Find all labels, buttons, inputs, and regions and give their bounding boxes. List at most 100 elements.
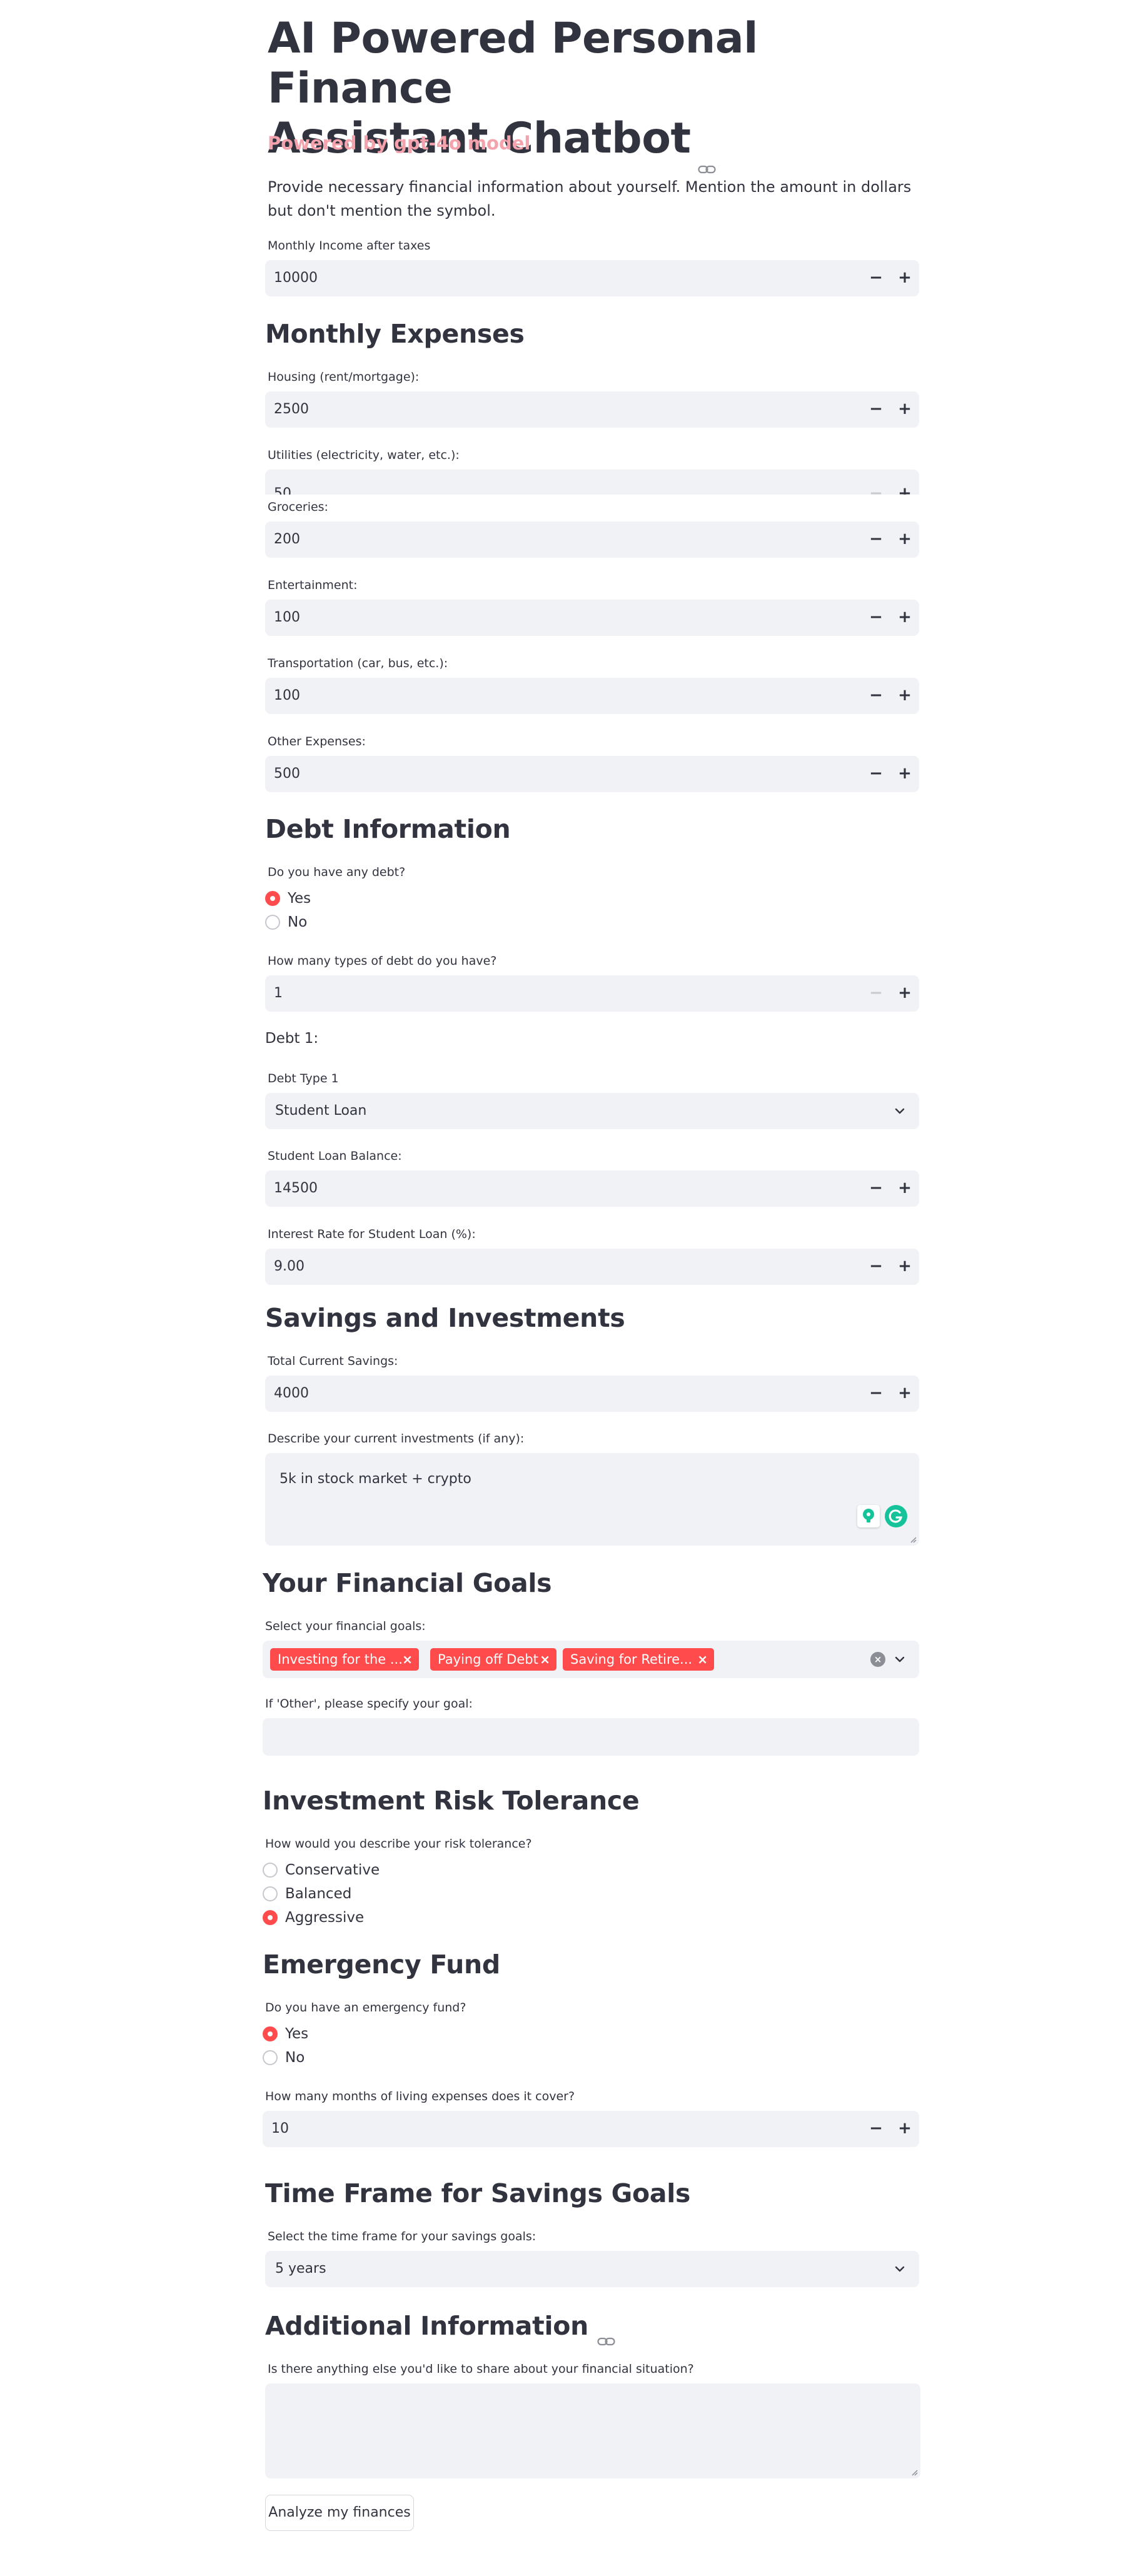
goals-multiselect[interactable]: Investing for the ... × Paying off Debt × … xyxy=(263,1641,919,1678)
timeframe-value[interactable]: 5 years xyxy=(275,2251,326,2287)
emergency-months-decrement-button[interactable]: − xyxy=(862,2111,890,2147)
chevron-down-icon[interactable] xyxy=(894,1105,905,1117)
risk-balanced-label: Balanced xyxy=(285,1886,352,1902)
utilities-increment-button[interactable]: + xyxy=(890,476,919,495)
radio-selected-icon xyxy=(263,1910,278,1925)
link-icon[interactable] xyxy=(698,136,717,174)
interest-rate-value[interactable]: 9.00 xyxy=(274,1249,305,1285)
emergency-months-label: How many months of living expenses does … xyxy=(265,2090,575,2103)
assistant-bulb-icon[interactable] xyxy=(857,1505,880,1527)
investments-value[interactable]: 5k in stock market + crypto xyxy=(279,1471,471,1487)
emergency-no-label: No xyxy=(285,2050,305,2066)
income-label: Monthly Income after taxes xyxy=(268,239,431,253)
emergency-months-value[interactable]: 10 xyxy=(271,2111,289,2147)
debt-type-label: Debt Type 1 xyxy=(268,1072,339,1085)
goal-chip[interactable]: Saving for Retire... × xyxy=(563,1648,714,1671)
investments-label: Describe your current investments (if an… xyxy=(268,1432,525,1446)
entertainment-input[interactable]: 100 − + xyxy=(265,600,919,636)
analyze-button[interactable]: Analyze my finances xyxy=(265,2495,414,2531)
goal-chip-label: Saving for Retire... xyxy=(570,1652,693,1667)
debt-types-input[interactable]: 1 − + xyxy=(265,975,919,1012)
savings-heading: Savings and Investments xyxy=(265,1303,625,1333)
debt-no-radio[interactable]: No xyxy=(265,913,307,932)
resize-handle-icon[interactable] xyxy=(910,2468,918,2476)
other-expenses-input[interactable]: 500 − + xyxy=(265,756,919,792)
groceries-increment-button[interactable]: + xyxy=(890,521,919,558)
transportation-value[interactable]: 100 xyxy=(274,678,300,714)
loan-balance-increment-button[interactable]: + xyxy=(890,1170,919,1207)
income-decrement-button[interactable]: − xyxy=(862,260,890,296)
emergency-have-label: Do you have an emergency fund? xyxy=(265,2001,466,2015)
chevron-down-icon[interactable] xyxy=(894,2263,905,2275)
debt-type-value[interactable]: Student Loan xyxy=(275,1093,366,1129)
other-expenses-increment-button[interactable]: + xyxy=(890,756,919,792)
total-savings-value[interactable]: 4000 xyxy=(274,1376,309,1412)
housing-increment-button[interactable]: + xyxy=(890,391,919,428)
radio-selected-icon xyxy=(263,2026,278,2041)
housing-input[interactable]: 2500 − + xyxy=(265,391,919,428)
emergency-yes-radio[interactable]: Yes xyxy=(263,2025,308,2043)
entertainment-increment-button[interactable]: + xyxy=(890,600,919,636)
emergency-months-increment-button[interactable]: + xyxy=(890,2111,919,2147)
emergency-no-radio[interactable]: No xyxy=(263,2048,305,2067)
grammarly-icon[interactable] xyxy=(885,1505,907,1527)
clear-all-icon[interactable]: × xyxy=(870,1652,885,1667)
goal-chip[interactable]: Paying off Debt × xyxy=(430,1648,556,1671)
risk-aggressive-radio[interactable]: Aggressive xyxy=(263,1908,364,1927)
debt-types-increment-button[interactable]: + xyxy=(890,975,919,1012)
chip-remove-icon[interactable]: × xyxy=(540,1648,550,1671)
income-increment-button[interactable]: + xyxy=(890,260,919,296)
transportation-input[interactable]: 100 − + xyxy=(265,678,919,714)
groceries-decrement-button[interactable]: − xyxy=(862,521,890,558)
debt-types-decrement-button[interactable]: − xyxy=(862,975,890,1012)
resize-handle-icon[interactable] xyxy=(909,1536,917,1543)
interest-rate-increment-button[interactable]: + xyxy=(890,1249,919,1285)
utilities-input[interactable]: 50 − + xyxy=(265,470,919,495)
loan-balance-decrement-button[interactable]: − xyxy=(862,1170,890,1207)
emergency-yes-label: Yes xyxy=(285,2026,309,2042)
additional-textarea[interactable] xyxy=(265,2383,920,2478)
timeframe-select[interactable]: 5 years xyxy=(265,2251,919,2287)
debt-yes-radio[interactable]: Yes xyxy=(265,889,311,908)
debt-types-value[interactable]: 1 xyxy=(274,975,283,1012)
groceries-value[interactable]: 200 xyxy=(274,521,300,558)
entertainment-value[interactable]: 100 xyxy=(274,600,300,636)
investments-textarea[interactable]: 5k in stock market + crypto xyxy=(265,1453,919,1546)
groceries-input[interactable]: 200 − + xyxy=(265,521,919,558)
other-expenses-value[interactable]: 500 xyxy=(274,756,300,792)
risk-balanced-radio[interactable]: Balanced xyxy=(263,1884,351,1903)
income-input[interactable]: 10000 − + xyxy=(265,260,919,296)
loan-balance-input[interactable]: 14500 − + xyxy=(265,1170,919,1207)
debt-type-select[interactable]: Student Loan xyxy=(265,1093,919,1129)
total-savings-decrement-button[interactable]: − xyxy=(862,1376,890,1412)
timeframe-heading: Time Frame for Savings Goals xyxy=(265,2178,691,2208)
income-value[interactable]: 10000 xyxy=(274,260,318,296)
transportation-decrement-button[interactable]: − xyxy=(862,678,890,714)
loan-balance-label: Student Loan Balance: xyxy=(268,1149,402,1163)
interest-rate-input[interactable]: 9.00 − + xyxy=(265,1249,919,1285)
additional-label: Is there anything else you'd like to sha… xyxy=(268,2362,694,2376)
risk-conservative-radio[interactable]: Conservative xyxy=(263,1861,380,1879)
housing-value[interactable]: 2500 xyxy=(274,391,309,428)
goal-chip[interactable]: Investing for the ... × xyxy=(270,1648,419,1671)
housing-decrement-button[interactable]: − xyxy=(862,391,890,428)
total-savings-increment-button[interactable]: + xyxy=(890,1376,919,1412)
utilities-value[interactable]: 50 xyxy=(274,476,291,495)
chip-remove-icon[interactable]: × xyxy=(697,1648,708,1671)
loan-balance-value[interactable]: 14500 xyxy=(274,1170,318,1207)
page-title-line1: AI Powered Personal Finance xyxy=(268,14,758,113)
utilities-decrement-button[interactable]: − xyxy=(862,476,890,495)
chevron-down-icon[interactable] xyxy=(894,1654,905,1665)
chip-remove-icon[interactable]: × xyxy=(402,1648,413,1671)
interest-rate-decrement-button[interactable]: − xyxy=(862,1249,890,1285)
total-savings-input[interactable]: 4000 − + xyxy=(265,1376,919,1412)
transportation-increment-button[interactable]: + xyxy=(890,678,919,714)
housing-label: Housing (rent/mortgage): xyxy=(268,370,420,384)
link-icon[interactable] xyxy=(597,2323,616,2346)
other-goal-label: If 'Other', please specify your goal: xyxy=(265,1697,473,1711)
other-goal-input[interactable] xyxy=(263,1718,919,1756)
radio-unselected-icon xyxy=(263,2050,278,2065)
entertainment-decrement-button[interactable]: − xyxy=(862,600,890,636)
other-expenses-decrement-button[interactable]: − xyxy=(862,756,890,792)
emergency-months-input[interactable]: 10 − + xyxy=(263,2111,919,2147)
